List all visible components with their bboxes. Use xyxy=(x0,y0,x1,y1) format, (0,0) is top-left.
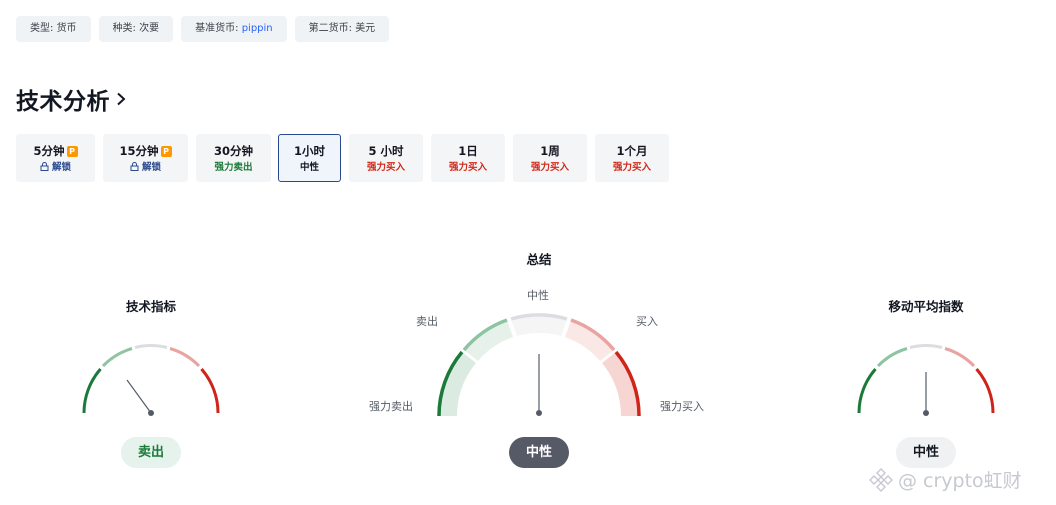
chevron-right-icon[interactable] xyxy=(116,92,126,106)
moving-averages-title: 移动平均指数 xyxy=(888,299,964,314)
tab-15m[interactable]: 15分钟 P 解锁 xyxy=(103,134,188,182)
oscillators-result: 卖出 xyxy=(121,437,181,468)
oscillators-needle xyxy=(126,379,152,414)
pro-badge-icon: P xyxy=(66,146,78,157)
summary-needle-pivot xyxy=(536,410,542,416)
watermark: @ crypto虹财 xyxy=(868,466,1022,493)
section-title[interactable]: 技术分析 xyxy=(16,82,110,116)
tab-1mo[interactable]: 1个月 强力买入 xyxy=(595,134,669,182)
tag-quote-currency: 第二货币: 美元 xyxy=(294,16,390,42)
info-tags: 类型: 货币 种类: 次要 基准货币: pippin 第二货币: 美元 xyxy=(16,16,390,42)
summary-result: 中性 xyxy=(509,437,569,468)
oscillators-title: 技术指标 xyxy=(125,299,176,314)
summary-label-strong-sell: 强力卖出 xyxy=(369,400,413,413)
tab-1d[interactable]: 1日 强力买入 xyxy=(431,134,505,182)
lock-icon xyxy=(130,162,139,171)
tab-30m[interactable]: 30分钟 强力卖出 xyxy=(196,134,271,182)
moving-averages-needle-pivot xyxy=(923,410,929,416)
moving-averages-gauge xyxy=(857,344,995,416)
tab-5h[interactable]: 5 小时 强力买入 xyxy=(349,134,423,182)
watermark-logo-icon xyxy=(869,468,893,492)
tab-1w[interactable]: 1周 强力买入 xyxy=(513,134,587,182)
lock-icon xyxy=(40,162,49,171)
summary-title: 总结 xyxy=(526,252,552,267)
summary-label-strong-buy: 强力买入 xyxy=(660,400,704,413)
summary-gauge xyxy=(437,313,641,417)
pro-badge-icon: P xyxy=(160,146,172,157)
oscillators-needle-pivot xyxy=(148,410,154,416)
summary-label-neutral: 中性 xyxy=(527,289,549,302)
base-currency-link[interactable]: pippin xyxy=(242,23,273,34)
section-header[interactable]: 技术分析 xyxy=(16,82,126,116)
moving-averages-result: 中性 xyxy=(896,437,956,468)
oscillators-gauge xyxy=(82,344,220,416)
tab-1h[interactable]: 1小时 中性 xyxy=(278,134,341,182)
tab-5m[interactable]: 5分钟 P 解锁 xyxy=(16,134,95,182)
tag-base-currency[interactable]: 基准货币: pippin xyxy=(181,16,287,42)
tag-type: 类型: 货币 xyxy=(16,16,91,42)
tag-category: 种类: 次要 xyxy=(98,16,174,42)
